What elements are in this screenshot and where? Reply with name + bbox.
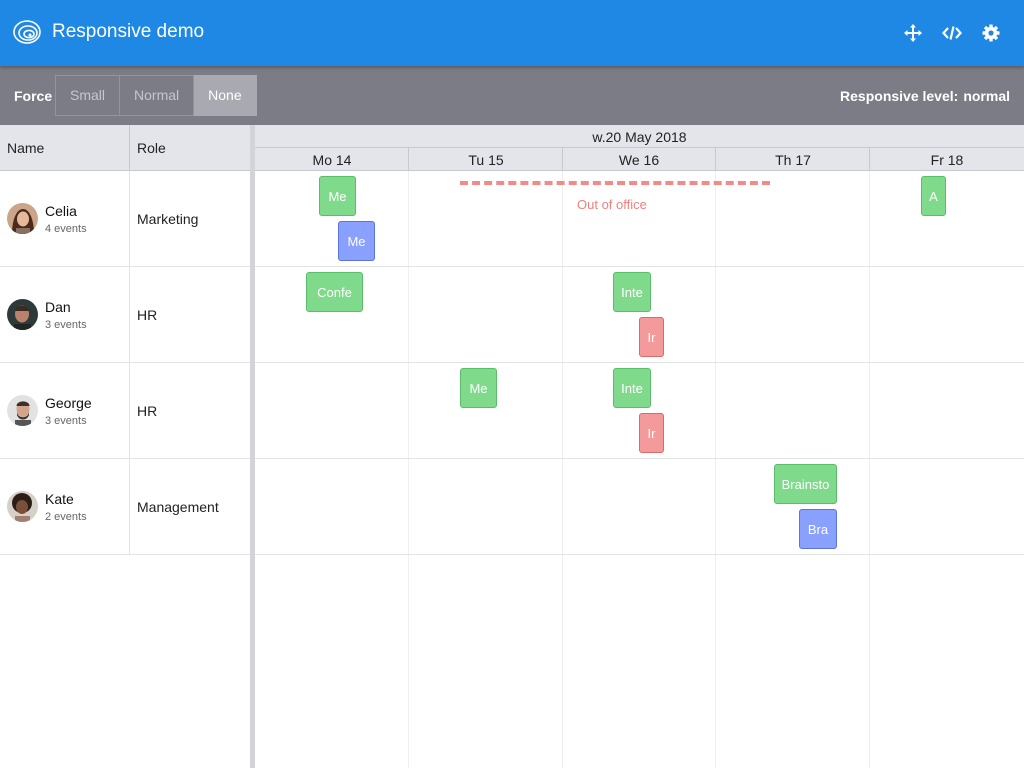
- day-header-tu: Tu 15: [468, 152, 504, 168]
- event-bar[interactable]: Bra: [799, 509, 837, 549]
- table-row[interactable]: Dan 3 events HR: [0, 267, 250, 363]
- person-role: Marketing: [137, 211, 199, 227]
- timeline-header: w.20 May 2018 Mo 14 Tu 15 We 16 Th 17 Fr…: [255, 125, 1024, 171]
- cell-divider: [129, 171, 130, 267]
- event-bar[interactable]: Inte: [613, 368, 651, 408]
- row-gridline: [255, 362, 1024, 363]
- person-role: HR: [137, 403, 158, 419]
- week-label: w.20 May 2018: [592, 129, 687, 145]
- event-bar[interactable]: Ir: [639, 317, 664, 357]
- table-row[interactable]: George 3 events HR: [0, 363, 250, 459]
- person-role: Management: [137, 499, 219, 515]
- header-divider: [255, 147, 1024, 148]
- event-count: 2 events: [45, 511, 87, 523]
- cell-divider: [129, 459, 130, 555]
- event-bar[interactable]: Me: [338, 221, 375, 261]
- person-name: George: [45, 395, 92, 411]
- row-gridline: [255, 458, 1024, 459]
- out-of-office-label: Out of office: [577, 197, 647, 212]
- event-count: 3 events: [45, 319, 87, 331]
- day-header-we: We 16: [618, 152, 660, 168]
- responsive-level-label: Responsive level:: [840, 88, 959, 104]
- row-gridline: [255, 266, 1024, 267]
- table-row[interactable]: Celia 4 events Marketing: [0, 171, 250, 267]
- event-bar[interactable]: Confe: [306, 272, 363, 312]
- avatar: [7, 203, 38, 234]
- app-header: Responsive demo: [0, 0, 1024, 66]
- column-header-role[interactable]: Role: [137, 140, 166, 156]
- person-name: Celia: [45, 203, 77, 219]
- code-icon[interactable]: [942, 23, 962, 43]
- avatar: [7, 395, 38, 426]
- event-count: 3 events: [45, 415, 87, 427]
- row-gridline: [255, 554, 1024, 555]
- day-header-fr: Fr 18: [930, 152, 964, 168]
- force-segmented-control: Small Normal None: [55, 75, 257, 116]
- event-bar[interactable]: Inte: [613, 272, 651, 312]
- table-row[interactable]: Kate 2 events Management: [0, 459, 250, 555]
- column-header-name[interactable]: Name: [7, 140, 44, 156]
- toolbar: Force Small Normal None Responsive level…: [0, 66, 1024, 125]
- responsive-level: Responsive level: normal: [840, 88, 1010, 104]
- logo-icon: [13, 20, 41, 44]
- app-title: Responsive demo: [52, 21, 205, 42]
- person-role: HR: [137, 307, 158, 323]
- cell-divider: [129, 267, 130, 363]
- column-divider[interactable]: [129, 125, 130, 171]
- avatar: [7, 491, 38, 522]
- event-bar[interactable]: Me: [460, 368, 497, 408]
- resource-rows: Celia 4 events Marketing Dan 3 events HR…: [0, 171, 250, 555]
- event-bar[interactable]: Me: [319, 176, 356, 216]
- event-bar[interactable]: Ir: [639, 413, 664, 453]
- move-icon[interactable]: [903, 23, 923, 43]
- force-normal-button[interactable]: Normal: [120, 75, 195, 116]
- force-label: Force: [14, 88, 53, 104]
- force-none-button[interactable]: None: [194, 75, 257, 116]
- responsive-level-value: normal: [963, 88, 1010, 104]
- out-of-office-range[interactable]: [460, 181, 770, 185]
- person-name: Dan: [45, 299, 71, 315]
- day-header-mo: Mo 14: [312, 152, 352, 168]
- event-bar[interactable]: Brainsto: [774, 464, 837, 504]
- force-small-button[interactable]: Small: [55, 75, 121, 116]
- grid-header-locked: Name Role: [0, 125, 250, 171]
- day-gridline: [869, 171, 870, 768]
- day-gridline: [562, 171, 563, 768]
- day-gridline: [408, 171, 409, 768]
- timeline-body[interactable]: Out of office Me Me A Confe Inte Ir Me I…: [255, 171, 1024, 768]
- day-header-th: Th 17: [775, 152, 811, 168]
- day-gridline: [715, 171, 716, 768]
- person-name: Kate: [45, 491, 74, 507]
- gear-icon[interactable]: [981, 23, 1001, 43]
- event-bar[interactable]: A: [921, 176, 946, 216]
- event-count: 4 events: [45, 223, 87, 235]
- avatar: [7, 299, 38, 330]
- cell-divider: [129, 363, 130, 459]
